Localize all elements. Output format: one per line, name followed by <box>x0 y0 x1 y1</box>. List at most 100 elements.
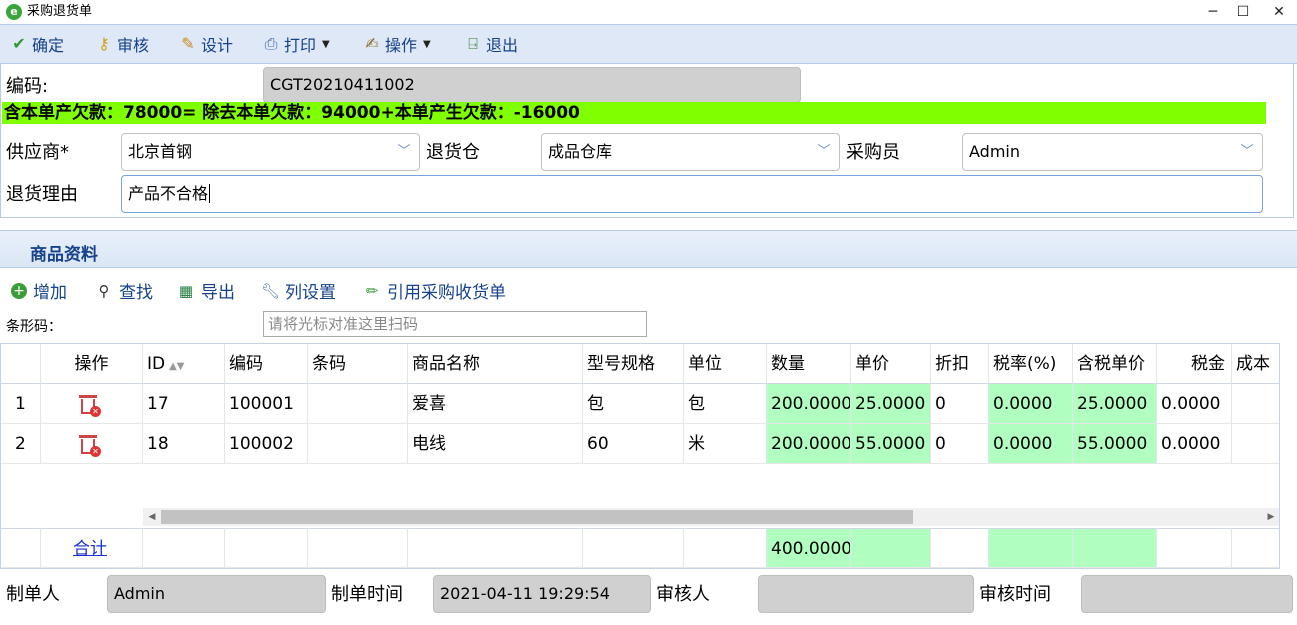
title-bar: e 采购退货单 ─ ☐ ✕ <box>0 0 1297 24</box>
delete-row-button[interactable]: ✕ <box>41 424 143 464</box>
header-tax[interactable]: 税金 <box>1157 344 1232 384</box>
reason-input[interactable]: 产品不合格 <box>121 175 1263 213</box>
header-name[interactable]: 商品名称 <box>408 344 583 384</box>
reason-value: 产品不合格 <box>128 184 209 203</box>
cell-tax-rate[interactable]: 0.0000 <box>989 424 1073 464</box>
horizontal-scrollbar[interactable]: ◀ ▶ <box>143 508 1279 526</box>
confirm-button[interactable]: ✔ 确定 <box>10 33 65 56</box>
summary-cell <box>931 528 989 568</box>
header-code[interactable]: 编码 <box>225 344 308 384</box>
import-receipt-button[interactable]: ✏︎ 引用采购收货单 <box>363 278 506 304</box>
find-button[interactable]: ⚲ 查找 <box>95 278 154 304</box>
cell-name[interactable]: 电线 <box>408 424 583 464</box>
column-settings-label: 列设置 <box>285 283 336 303</box>
cell-tax[interactable]: 0.0000 <box>1157 384 1232 424</box>
summary-tax-rate <box>989 528 1073 568</box>
close-button[interactable]: ✕ <box>1262 0 1296 24</box>
warehouse-value: 成品仓库 <box>548 142 613 161</box>
cell-qty[interactable]: 200.0000 <box>767 384 851 424</box>
chevron-down-icon[interactable]: ﹀ <box>389 134 419 170</box>
debt-summary-bar: 含本单产欠款：78000= 除去本单欠款：94000+本单产生欠款：-16000 <box>2 102 1266 124</box>
column-settings-button[interactable]: 🔧︎ 列设置 <box>261 278 336 304</box>
header-tax-price[interactable]: 含税单价 <box>1073 344 1157 384</box>
cell-name[interactable]: 爱喜 <box>408 384 583 424</box>
add-label: 增加 <box>33 283 67 303</box>
cell-cost[interactable] <box>1232 384 1279 424</box>
cell-cost[interactable] <box>1232 424 1279 464</box>
cell-barcode[interactable] <box>308 424 408 464</box>
cell-id[interactable]: 17 <box>143 384 225 424</box>
cell-tax-rate[interactable]: 0.0000 <box>989 384 1073 424</box>
code-label: 编码: <box>6 76 49 97</box>
trash-icon: ✕ <box>79 393 101 417</box>
cell-barcode[interactable] <box>308 384 408 424</box>
cell-code[interactable]: 100002 <box>225 424 308 464</box>
buyer-select[interactable]: Admin ﹀ <box>962 133 1263 171</box>
header-unit[interactable]: 单位 <box>684 344 767 384</box>
reviewer-label: 审核人 <box>656 584 710 605</box>
app-icon: e <box>6 4 22 20</box>
print-button[interactable]: ⎙ 打印 ▼ <box>262 33 330 56</box>
review-time-label: 审核时间 <box>979 584 1051 605</box>
cell-tax[interactable]: 0.0000 <box>1157 424 1232 464</box>
design-button[interactable]: ✎ 设计 <box>179 33 233 56</box>
exit-button[interactable]: ⍈ 退出 <box>464 33 519 56</box>
barcode-input[interactable]: 请将光标对准这里扫码 <box>263 311 647 337</box>
header-id[interactable]: ID ▲▼ <box>143 344 225 384</box>
maximize-button[interactable]: ☐ <box>1226 0 1260 24</box>
exit-label: 退出 <box>486 36 519 55</box>
maker-field[interactable]: Admin <box>107 575 326 613</box>
scrollbar-thumb[interactable] <box>161 510 913 524</box>
section-header: 商品资料 <box>0 230 1297 268</box>
header-barcode[interactable]: 条码 <box>308 344 408 384</box>
text-cursor <box>209 184 211 203</box>
header-id-label: ID <box>147 354 166 374</box>
add-button[interactable]: + 增加 <box>11 278 67 303</box>
summary-cell <box>143 528 225 568</box>
scroll-left-icon[interactable]: ◀ <box>143 508 161 526</box>
chevron-down-icon[interactable]: ﹀ <box>1232 134 1262 170</box>
cell-unit[interactable]: 米 <box>684 424 767 464</box>
minimize-button[interactable]: ─ <box>1196 0 1230 24</box>
summary-cell <box>1157 528 1232 568</box>
summary-link[interactable]: 合计 <box>73 539 107 559</box>
make-time-field[interactable]: 2021-04-11 19:29:54 <box>433 575 651 613</box>
cell-spec[interactable]: 包 <box>583 384 684 424</box>
cell-tax-price[interactable]: 55.0000 <box>1073 424 1157 464</box>
confirm-label: 确定 <box>32 36 65 55</box>
chevron-down-icon[interactable]: ﹀ <box>809 134 839 170</box>
cell-price[interactable]: 55.0000 <box>851 424 931 464</box>
cell-unit[interactable]: 包 <box>684 384 767 424</box>
header-rownum <box>1 344 41 384</box>
cell-id[interactable]: 18 <box>143 424 225 464</box>
scroll-right-icon[interactable]: ▶ <box>1262 508 1279 526</box>
supplier-select[interactable]: 北京首钢 ﹀ <box>121 133 420 171</box>
key-icon: ⚷ <box>98 34 110 53</box>
header-discount[interactable]: 折扣 <box>931 344 989 384</box>
header-qty[interactable]: 数量 <box>767 344 851 384</box>
header-spec[interactable]: 型号规格 <box>583 344 684 384</box>
cell-price[interactable]: 25.0000 <box>851 384 931 424</box>
code-field[interactable]: CGT20210411002 <box>263 67 801 103</box>
header-tax-rate[interactable]: 税率(%) <box>989 344 1073 384</box>
cell-discount[interactable]: 0 <box>931 384 989 424</box>
header-price[interactable]: 单价 <box>851 344 931 384</box>
header-cost[interactable]: 成本 <box>1232 344 1279 384</box>
review-time-field[interactable] <box>1081 575 1293 613</box>
warehouse-select[interactable]: 成品仓库 ﹀ <box>541 133 840 171</box>
reviewer-field[interactable] <box>758 575 974 613</box>
summary-cell <box>308 528 408 568</box>
summary-rownum <box>1 528 41 568</box>
cell-tax-price[interactable]: 25.0000 <box>1073 384 1157 424</box>
footer-panel: 制单人 Admin 制单时间 2021-04-11 19:29:54 审核人 审… <box>0 572 1297 625</box>
operate-button[interactable]: ✍ 操作 ▼ <box>363 33 430 56</box>
cell-code[interactable]: 100001 <box>225 384 308 424</box>
cell-discount[interactable]: 0 <box>931 424 989 464</box>
header-operate: 操作 <box>41 344 143 384</box>
cell-spec[interactable]: 60 <box>583 424 684 464</box>
cell-qty[interactable]: 200.0000 <box>767 424 851 464</box>
summary-label[interactable]: 合计 <box>41 528 143 568</box>
review-button[interactable]: ⚷ 审核 <box>95 33 149 56</box>
delete-row-button[interactable]: ✕ <box>41 384 143 424</box>
export-button[interactable]: ▦ 导出 <box>177 278 235 304</box>
